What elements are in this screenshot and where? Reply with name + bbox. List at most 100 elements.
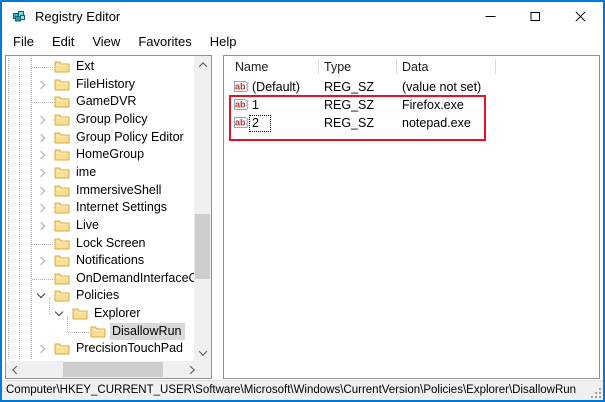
folder-icon	[54, 131, 70, 144]
value-name: 1	[252, 98, 259, 112]
tree-item-explorer[interactable]: Explorer	[6, 305, 195, 323]
window-title: Registry Editor	[35, 2, 120, 31]
tree-item-label: OnDemandInterfaceCa	[76, 270, 195, 288]
tree-item-precisiontouchpad[interactable]: PrecisionTouchPad	[6, 340, 195, 358]
folder-icon	[54, 272, 70, 285]
chevron-right-icon[interactable]	[37, 80, 45, 88]
tree-item-live[interactable]: Live	[6, 217, 195, 235]
chevron-right-icon[interactable]	[37, 345, 45, 353]
tree-guide-connector	[32, 67, 53, 68]
registry-tree-pane: ExtFileHistoryGameDVRGroup PolicyGroup P…	[5, 55, 212, 379]
vertical-scroll-thumb[interactable]	[195, 214, 210, 279]
folder-icon	[54, 342, 70, 355]
tree-item-label: FileHistory	[76, 76, 135, 94]
folder-icon	[54, 60, 70, 73]
regedit-app-icon[interactable]	[11, 8, 27, 24]
string-value-glyph: ab	[235, 82, 246, 92]
tree-item-label: Live	[76, 217, 99, 235]
folder-icon	[54, 184, 70, 197]
registry-value-row-1[interactable]: ab 1 REG_SZ Firefox.exe	[224, 96, 599, 114]
tree-item-ondemandinterfaceca[interactable]: OnDemandInterfaceCa	[6, 270, 195, 288]
tree-guide-connector	[32, 102, 53, 103]
maximize-button[interactable]	[513, 2, 558, 31]
minimize-button[interactable]	[468, 2, 513, 31]
column-separator[interactable]	[318, 59, 319, 74]
tree-item-label: Ext	[76, 58, 94, 76]
tree-item-lock-screen[interactable]: Lock Screen	[6, 235, 195, 253]
resize-grip[interactable]	[589, 386, 602, 399]
menu-item-favorites[interactable]: Favorites	[129, 31, 200, 53]
value-type: REG_SZ	[324, 96, 374, 114]
column-header-data[interactable]: Data	[402, 56, 428, 78]
chevron-right-icon[interactable]	[37, 186, 45, 194]
string-value-glyph: ab	[235, 100, 246, 110]
close-button[interactable]	[558, 2, 603, 31]
chevron-right-icon[interactable]	[37, 257, 45, 265]
folder-icon	[54, 166, 70, 179]
minimize-icon	[485, 11, 496, 22]
tree-item-internet-settings[interactable]: Internet Settings	[6, 199, 195, 217]
column-header-type[interactable]: Type	[324, 56, 351, 78]
tree-item-label: DisallowRun	[110, 323, 185, 341]
tree-item-immersiveshell[interactable]: ImmersiveShell	[6, 182, 195, 200]
list-header: Name Type Data	[224, 56, 599, 78]
registry-value-row-default[interactable]: ab (Default) REG_SZ (value not set)	[224, 78, 599, 96]
chevron-right-icon[interactable]	[37, 222, 45, 230]
tree-item-ime[interactable]: ime	[6, 164, 195, 182]
chevron-right-icon[interactable]	[37, 116, 45, 124]
tree-item-group-policy-editor[interactable]: Group Policy Editor	[6, 129, 195, 147]
string-value-icon: ab	[234, 80, 249, 93]
tree-item-label: Policies	[76, 287, 119, 305]
tree-item-label: GameDVR	[76, 93, 136, 111]
tree-item-label: Group Policy	[76, 111, 148, 129]
value-type: REG_SZ	[324, 78, 374, 96]
folder-icon	[54, 95, 70, 108]
folder-icon	[90, 325, 106, 338]
value-data: Firefox.exe	[402, 96, 464, 114]
chevron-right-icon[interactable]	[37, 151, 45, 159]
chevron-up-icon	[198, 62, 206, 70]
menu-item-edit[interactable]: Edit	[43, 31, 83, 53]
chevron-right-icon	[186, 365, 194, 373]
chevron-right-icon[interactable]	[37, 169, 45, 177]
tree-vertical-scrollbar[interactable]	[194, 56, 211, 361]
folder-icon	[54, 148, 70, 161]
chevron-down-icon[interactable]	[37, 290, 45, 298]
tree-guide-connector	[32, 279, 53, 280]
tree-item-disallowrun[interactable]: DisallowRun	[6, 323, 195, 341]
chevron-left-icon	[12, 365, 20, 373]
tree-item-homegroup[interactable]: HomeGroup	[6, 146, 195, 164]
registry-editor-window: Registry Editor FileEditViewFavoritesHel…	[0, 0, 605, 402]
tree-item-policies[interactable]: Policies	[6, 287, 195, 305]
tree-item-filehistory[interactable]: FileHistory	[6, 76, 195, 94]
scroll-down-button[interactable]	[194, 344, 211, 361]
tree-item-gamedvr[interactable]: GameDVR	[6, 93, 195, 111]
menu-item-file[interactable]: File	[4, 31, 43, 53]
chevron-right-icon[interactable]	[37, 133, 45, 141]
tree-item-group-policy[interactable]: Group Policy	[6, 111, 195, 129]
tree-item-label: PrecisionTouchPad	[76, 340, 183, 358]
scroll-left-button[interactable]	[6, 361, 23, 378]
scroll-right-button[interactable]	[183, 361, 200, 378]
close-icon	[575, 11, 586, 22]
string-value-icon: ab	[234, 98, 249, 111]
tree-horizontal-scrollbar[interactable]	[6, 361, 211, 378]
tree-item-notifications[interactable]: Notifications	[6, 252, 195, 270]
tree-item-label: ImmersiveShell	[76, 182, 161, 200]
column-header-name[interactable]: Name	[235, 56, 268, 78]
value-data: (value not set)	[402, 78, 481, 96]
chevron-right-icon[interactable]	[37, 204, 45, 212]
titlebar: Registry Editor	[2, 2, 603, 31]
column-separator[interactable]	[396, 59, 397, 74]
chevron-down-icon[interactable]	[55, 308, 63, 316]
registry-value-row-2[interactable]: ab2REG_SZnotepad.exe	[224, 114, 599, 132]
menu-item-help[interactable]: Help	[201, 31, 246, 53]
value-name: (Default)	[252, 80, 300, 94]
scroll-up-button[interactable]	[194, 56, 211, 73]
value-name: 2	[250, 116, 270, 131]
horizontal-scroll-thumb[interactable]	[63, 362, 163, 377]
column-separator[interactable]	[495, 59, 496, 74]
tree-item-ext[interactable]: Ext	[6, 58, 195, 76]
window-controls	[468, 2, 603, 31]
menu-item-view[interactable]: View	[83, 31, 129, 53]
